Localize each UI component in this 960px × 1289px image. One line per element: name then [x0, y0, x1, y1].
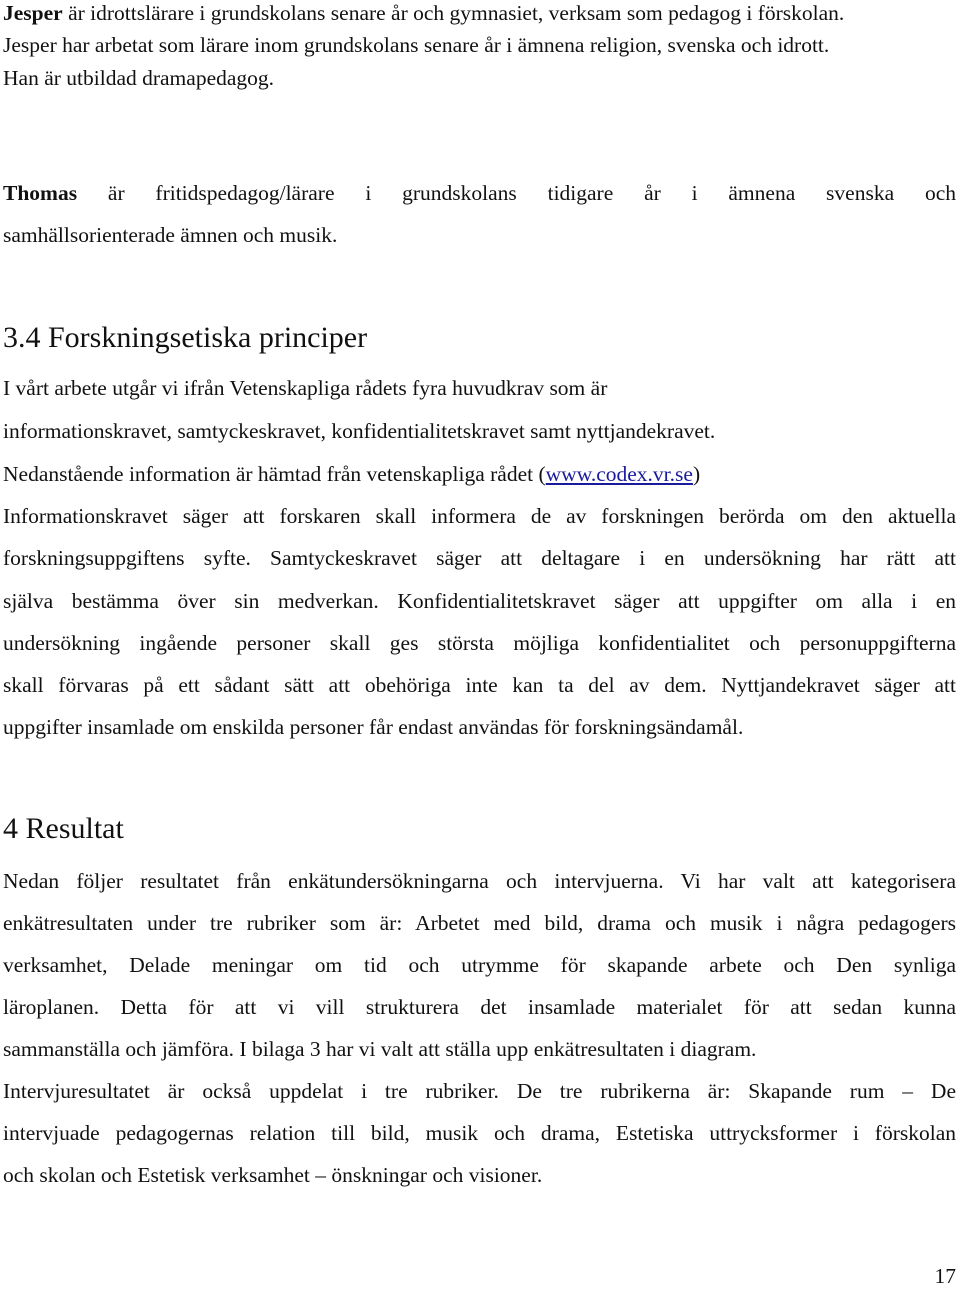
source-line: Nedanstående information är hämtad från … — [3, 461, 700, 487]
interview-paragraph-line: och skolan och Estetisk verksamhet – öns… — [3, 1163, 543, 1187]
interview-paragraph-line: Intervjuresultatet är också uppdelat i t… — [3, 1079, 956, 1103]
jesper-line-3: Han är utbildad dramapedagog. — [3, 66, 275, 90]
thomas-line-2: samhällsorienterade ämnen och musik. — [3, 223, 338, 247]
section-heading-3-4: 3.4 Forskningsetiska principer — [3, 321, 368, 354]
interview-paragraph-line: intervjuade pedagogernas relation till b… — [3, 1121, 956, 1145]
principles-line-1: I vårt arbete utgår vi ifrån Vetenskapli… — [3, 376, 608, 400]
page-number: 17 — [934, 1264, 957, 1288]
principles-line-2: informationskravet, samtyckeskravet, kon… — [3, 419, 716, 443]
source-prefix: Nedanstående information är hämtad från … — [3, 462, 546, 486]
thomas-text: är fritidspedagog/lärare i grundskolans … — [77, 181, 956, 205]
thomas-name: Thomas — [3, 181, 78, 205]
ethics-paragraph-line: själva bestämma över sin medverkan. Konf… — [3, 589, 956, 613]
ethics-paragraph-line: forskningsuppgiftens syfte. Samtyckeskra… — [3, 546, 956, 570]
jesper-name: Jesper — [3, 1, 63, 25]
jesper-text: är idrottslärare i grundskolans senare å… — [62, 1, 845, 25]
section-heading-4: 4 Resultat — [3, 812, 124, 845]
results-paragraph-line: verksamhet, Delade meningar om tid och u… — [3, 953, 956, 977]
source-suffix: ) — [692, 462, 701, 486]
ethics-paragraph-line: undersökning ingående personer skall ges… — [3, 631, 956, 655]
codex-link[interactable]: www.codex.vr.se — [546, 462, 693, 486]
results-paragraph-line: läroplanen. Detta för att vi vill strukt… — [3, 995, 956, 1019]
thomas-line-1: Thomas är fritidspedagog/lärare i grunds… — [3, 180, 956, 206]
results-paragraph-line: sammanställa och jämföra. I bilaga 3 har… — [3, 1037, 757, 1061]
ethics-paragraph-line: Informationskravet säger att forskaren s… — [3, 504, 956, 528]
ethics-paragraph-line: uppgifter insamlade om enskilda personer… — [3, 715, 744, 739]
ethics-paragraph-line: skall förvaras på ett sådant sätt att ob… — [3, 673, 956, 697]
results-paragraph-line: Nedan följer resultatet från enkätunders… — [3, 869, 956, 893]
jesper-line-1: Jesper är idrottslärare i grundskolans s… — [3, 0, 844, 26]
results-paragraph-line: enkätresultaten under tre rubriker som ä… — [3, 911, 956, 935]
jesper-line-2: Jesper har arbetat som lärare inom grund… — [3, 33, 830, 57]
